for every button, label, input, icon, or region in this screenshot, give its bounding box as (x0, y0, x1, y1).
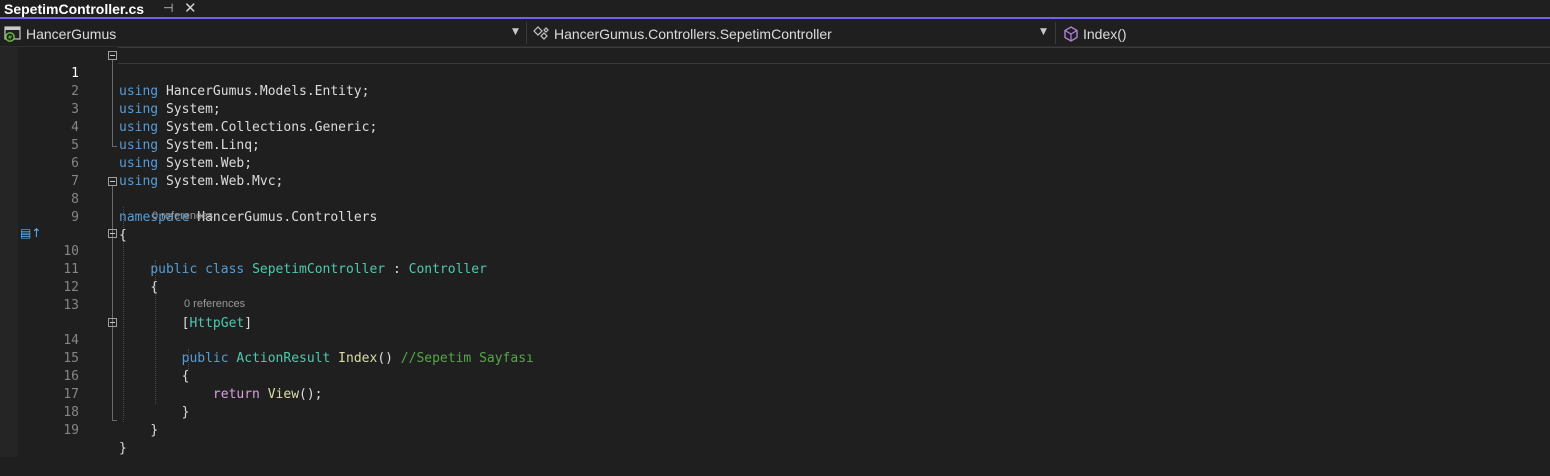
class-icon (533, 26, 549, 40)
divider (526, 22, 527, 44)
code-line: 8 namespace HancerGumus.Controllers (0, 173, 1550, 225)
project-dropdown[interactable]: # HancerGumus (4, 22, 524, 46)
type-name: HancerGumus.Controllers.SepetimControlle… (554, 26, 832, 42)
code-line: 10 public class SepetimController : Cont… (0, 225, 1550, 277)
code-line: 17 } (0, 368, 1550, 420)
code-line: 1 using HancerGumus.Models.Entity; (0, 47, 1550, 99)
tab-strip-underline (0, 17, 1550, 19)
code-line: 18 } (0, 386, 1550, 438)
code-line: 12 (0, 261, 1550, 295)
codelens-references[interactable]: 0 references (152, 210, 213, 222)
document-tab-strip: SepetimController.cs ⊣ ✕ (0, 0, 1550, 19)
close-icon[interactable]: ✕ (184, 0, 197, 17)
divider (1055, 22, 1056, 44)
code-line: 2 using System; (0, 65, 1550, 117)
project-name: HancerGumus (26, 26, 117, 42)
code-line: 15 { (0, 332, 1550, 384)
code-line: 11 { (0, 243, 1550, 295)
code-line: 9 { (0, 191, 1550, 243)
line-number: 13 (63, 298, 79, 313)
code-line: 14 public ActionResult Index() //Sepetim… (0, 314, 1550, 366)
code-line: 16 return View(); (0, 350, 1550, 402)
line-number: 19 (63, 423, 79, 438)
csharp-project-icon: # (4, 26, 21, 42)
code-line: 7 (0, 155, 1550, 189)
namespace-name: HancerGumus.Controllers (197, 210, 378, 225)
member-name: Index() (1083, 26, 1127, 42)
type-dropdown[interactable]: HancerGumus.Controllers.SepetimControlle… (532, 22, 1052, 46)
brace: } (150, 423, 159, 438)
svg-text:#: # (7, 35, 12, 42)
pin-icon[interactable]: ⊣ (163, 1, 173, 15)
code-line: 3 using System.Collections.Generic; (0, 83, 1550, 135)
code-line: 19 } (0, 404, 1550, 456)
code-line: 6 using System.Web.Mvc; (0, 137, 1550, 189)
member-dropdown[interactable]: Index() (1062, 22, 1542, 46)
chevron-down-icon[interactable]: ▼ (1040, 27, 1047, 37)
brace: } (119, 441, 127, 456)
code-line: 13 [HttpGet] (0, 279, 1550, 331)
navigation-bar: # HancerGumus ▼ HancerGumus.Controllers.… (0, 20, 1550, 47)
codelens-references[interactable]: 0 references (184, 298, 245, 310)
method-icon (1064, 26, 1078, 42)
code-line: 5 using System.Web; (0, 119, 1550, 171)
code-line: 4 using System.Linq; (0, 101, 1550, 153)
chevron-down-icon[interactable]: ▼ (512, 27, 519, 37)
tab-title: SepetimController.cs (4, 1, 145, 17)
document-tab[interactable]: SepetimController.cs ⊣ ✕ (0, 0, 206, 18)
code-editor[interactable]: ▤↑ 1 using HancerGumus.Models.Entity; 2 … (0, 47, 1550, 457)
